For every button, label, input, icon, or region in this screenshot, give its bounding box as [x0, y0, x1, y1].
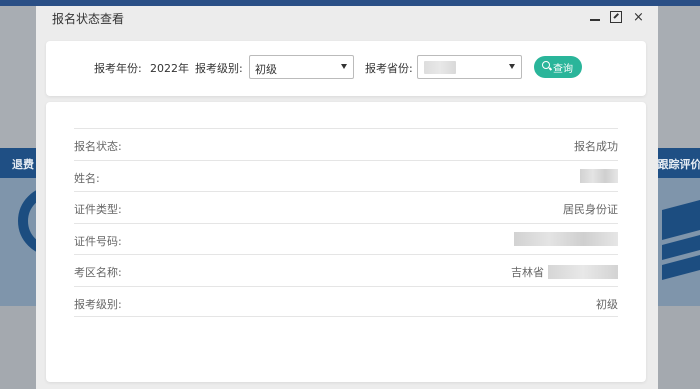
result-row-name: 姓名: — [74, 159, 618, 192]
close-icon[interactable]: × — [633, 11, 644, 25]
minimize-icon[interactable] — [590, 11, 600, 21]
row-value: 吉林省 — [511, 266, 544, 279]
result-row-exam-area: 考区名称: 吉林省 — [74, 254, 618, 286]
chevron-down-icon — [341, 64, 347, 69]
row-value: 初级 — [596, 297, 618, 311]
background-layers-icon — [662, 200, 700, 280]
query-button-label: 查询 — [553, 64, 573, 75]
redacted-block — [424, 61, 456, 74]
row-value: 报名成功 — [574, 140, 618, 153]
row-key: 证件类型: — [74, 203, 122, 216]
chevron-down-icon — [509, 64, 515, 69]
row-key: 姓名: — [74, 171, 100, 185]
search-panel: 报考年份: 2022年 报考级别: 初级 报考省份: 查询 — [46, 41, 646, 96]
result-panel: 报名状态: 报名成功 姓名: 证件类型: 居民身份证 证件号码: 考区名称: 吉… — [46, 102, 646, 382]
level-label: 报考级别: — [195, 62, 243, 75]
row-key: 报名状态: — [74, 140, 122, 153]
query-button[interactable]: 查询 — [534, 56, 582, 78]
status-dialog: 报名状态查看 × 报考年份: 2022年 报考级别: 初级 报考省份: 查询 报… — [36, 6, 658, 389]
row-value-group: 吉林省 — [511, 264, 618, 280]
province-label: 报考省份: — [365, 62, 413, 75]
result-row-id-type: 证件类型: 居民身份证 — [74, 191, 618, 223]
row-key: 考区名称: — [74, 266, 122, 279]
level-select-value: 初级 — [255, 63, 277, 76]
background-nav-left-text: 退费 — [12, 158, 34, 171]
level-select[interactable]: 初级 — [249, 55, 354, 79]
province-select[interactable] — [417, 55, 522, 79]
year-label: 报考年份: — [94, 62, 142, 75]
row-key: 证件号码: — [74, 234, 122, 248]
redacted-block — [514, 231, 618, 246]
row-key: 报考级别: — [74, 297, 122, 311]
maximize-icon[interactable] — [610, 11, 622, 23]
redacted-block — [548, 265, 618, 279]
result-row-id-number: 证件号码: — [74, 222, 618, 255]
result-row-status: 报名状态: 报名成功 — [74, 128, 618, 160]
search-icon — [542, 61, 550, 69]
dialog-title: 报名状态查看 — [52, 12, 125, 26]
row-value: 居民身份证 — [563, 203, 618, 216]
redacted-block — [580, 168, 618, 183]
year-value: 2022年 — [150, 62, 189, 75]
result-row-level: 报考级别: 初级 — [74, 285, 618, 317]
